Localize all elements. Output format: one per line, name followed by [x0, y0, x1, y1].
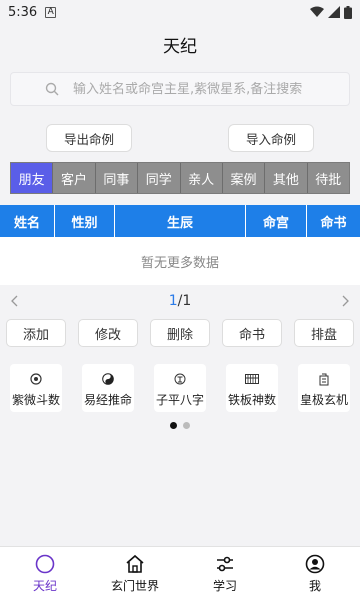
bazi-icon [174, 373, 186, 385]
nav-xuanmen-world[interactable]: 玄门世界 [90, 547, 180, 600]
tab-clients[interactable]: 客户 [53, 163, 96, 193]
column-gender: 性别 [55, 205, 115, 237]
chevron-right-icon [342, 295, 349, 306]
column-birth-time: 生辰 [115, 205, 246, 237]
search-icon [45, 82, 59, 96]
feature-huangji[interactable]: 皇极玄机 [298, 364, 350, 412]
column-name: 姓名 [0, 205, 55, 237]
feature-tieban[interactable]: 铁板神数 [226, 364, 278, 412]
chart-button[interactable]: 排盘 [294, 319, 354, 347]
status-bar: 5:36 A [0, 0, 360, 24]
fate-book-button[interactable]: 命书 [222, 319, 282, 347]
home-icon [126, 554, 144, 573]
signal-icon [328, 6, 340, 18]
export-cases-button[interactable]: 导出命例 [46, 124, 132, 152]
nav-study[interactable]: 学习 [180, 547, 270, 600]
page-title: 天纪 [163, 36, 197, 57]
carousel-dot-active[interactable] [170, 422, 177, 429]
feature-label: 易经推命 [83, 393, 133, 407]
user-icon [305, 554, 325, 573]
carousel-dots [0, 422, 360, 429]
yinyang-icon [102, 373, 114, 385]
feature-label: 子平八字 [155, 393, 205, 407]
feature-bazi[interactable]: 子平八字 [154, 364, 206, 412]
page-indicator: 1/1 [169, 293, 192, 309]
nav-me[interactable]: 我 [270, 547, 360, 600]
feature-label: 铁板神数 [227, 393, 277, 407]
delete-button[interactable]: 删除 [150, 319, 210, 347]
sliders-icon [217, 556, 233, 571]
add-button[interactable]: 添加 [6, 319, 66, 347]
bottom-navigation: 天纪 玄门世界 学习 我 [0, 546, 360, 600]
tab-other[interactable]: 其他 [265, 163, 308, 193]
current-page: 1 [168, 293, 178, 309]
battery-icon [344, 5, 352, 19]
huangji-icon [319, 373, 329, 385]
feature-label: 皇极玄机 [299, 393, 349, 407]
tab-cases[interactable]: 案例 [222, 163, 266, 193]
app-title-bar: 天纪 [0, 24, 360, 64]
feature-carousel: 紫微斗数 易经推命 子平八字 铁板神数 皇极玄机 [0, 364, 360, 412]
nav-label: 学习 [212, 578, 237, 593]
nav-label: 天纪 [32, 578, 57, 593]
circle-icon [35, 554, 55, 573]
wifi-icon [310, 6, 324, 17]
tab-relatives[interactable]: 亲人 [180, 163, 223, 193]
abacus-icon [245, 374, 259, 384]
nav-label: 玄门世界 [110, 578, 159, 593]
category-tabs: 朋友 客户 同事 同学 亲人 案例 其他 待批 [10, 162, 350, 194]
prev-page-button[interactable] [6, 292, 22, 311]
feature-ziwei[interactable]: 紫微斗数 [10, 364, 62, 412]
status-time: 5:36 [8, 4, 38, 20]
search-input[interactable] [73, 81, 333, 97]
feature-label: 紫微斗数 [11, 393, 61, 407]
feature-yijing[interactable]: 易经推命 [82, 364, 134, 412]
tab-pending[interactable]: 待批 [307, 163, 349, 193]
total-pages: /1 [177, 293, 192, 309]
tab-classmates[interactable]: 同学 [138, 163, 181, 193]
pagination: 1/1 [0, 285, 360, 317]
nav-tianji[interactable]: 天纪 [0, 547, 90, 600]
tab-friends[interactable]: 朋友 [11, 163, 54, 193]
action-buttons: 添加 修改 删除 命书 排盘 [0, 319, 360, 347]
nav-label: 我 [308, 578, 321, 593]
notification-a-icon: A [45, 6, 57, 18]
table-header: 姓名 性别 生辰 命宫 命书 [0, 205, 360, 237]
column-life-palace: 命宫 [246, 205, 307, 237]
next-page-button[interactable] [338, 292, 354, 311]
search-box[interactable] [10, 72, 350, 106]
carousel-dot[interactable] [183, 422, 190, 429]
edit-button[interactable]: 修改 [78, 319, 138, 347]
import-cases-button[interactable]: 导入命例 [228, 124, 314, 152]
column-fate-book: 命书 [320, 215, 347, 231]
empty-table-message: 暂无更多数据 [0, 237, 360, 285]
ziwei-icon [30, 373, 42, 385]
tab-colleagues[interactable]: 同事 [95, 163, 139, 193]
chevron-left-icon [11, 295, 18, 306]
